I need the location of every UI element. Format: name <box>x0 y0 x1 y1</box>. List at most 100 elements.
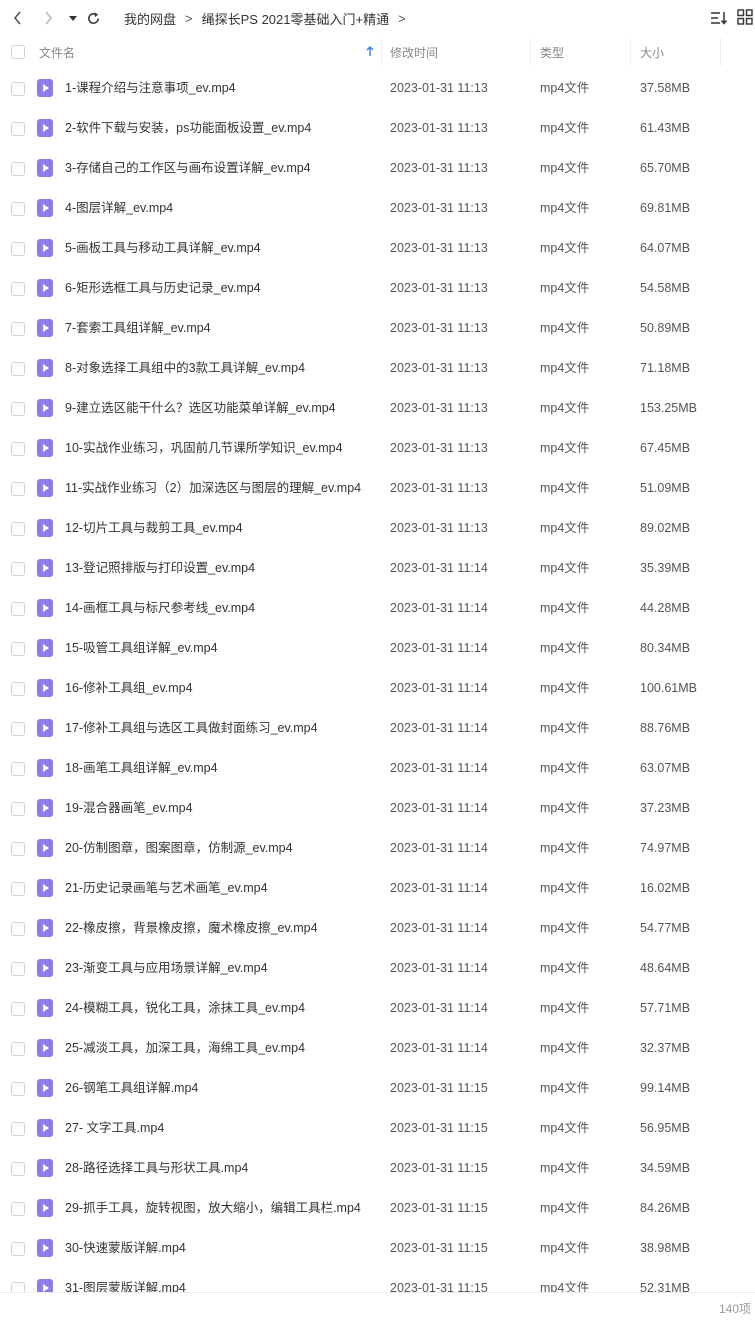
row-checkbox[interactable] <box>11 1122 25 1136</box>
file-name[interactable]: 8-对象选择工具组中的3款工具详解_ev.mp4 <box>65 348 305 388</box>
file-name[interactable]: 2-软件下载与安装，ps功能面板设置_ev.mp4 <box>65 108 311 148</box>
file-name[interactable]: 29-抓手工具，旋转视图，放大缩小，编辑工具栏.mp4 <box>65 1188 361 1228</box>
row-checkbox[interactable] <box>11 602 25 616</box>
file-row[interactable]: 2-软件下载与安装，ps功能面板设置_ev.mp4 2023-01-31 11:1… <box>0 108 755 148</box>
row-checkbox[interactable] <box>11 122 25 136</box>
row-checkbox[interactable] <box>11 562 25 576</box>
file-name[interactable]: 11-实战作业练习（2）加深选区与图层的理解_ev.mp4 <box>65 468 361 508</box>
breadcrumb-root[interactable]: 我的网盘 <box>124 9 176 28</box>
row-checkbox[interactable] <box>11 962 25 976</box>
row-checkbox[interactable] <box>11 1162 25 1176</box>
file-name[interactable]: 1-课程介绍与注意事项_ev.mp4 <box>65 68 236 108</box>
row-checkbox[interactable] <box>11 482 25 496</box>
file-row[interactable]: 10-实战作业练习，巩固前几节课所学知识_ev.mp4 2023-01-31 11… <box>0 428 755 468</box>
file-name[interactable]: 20-仿制图章，图案图章，仿制源_ev.mp4 <box>65 828 293 868</box>
row-checkbox[interactable] <box>11 1242 25 1256</box>
row-checkbox[interactable] <box>11 442 25 456</box>
refresh-button[interactable] <box>83 8 103 28</box>
header-name[interactable]: 文件名 <box>39 36 379 68</box>
file-name[interactable]: 21-历史记录画笔与艺术画笔_ev.mp4 <box>65 868 268 908</box>
breadcrumb-trailing-separator[interactable]: > <box>398 11 406 26</box>
file-name[interactable]: 27- 文字工具.mp4 <box>65 1108 164 1148</box>
file-row[interactable]: 13-登记照排版与打印设置_ev.mp4 2023-01-31 11:14 mp4文… <box>0 548 755 588</box>
row-checkbox[interactable] <box>11 362 25 376</box>
file-name[interactable]: 18-画笔工具组详解_ev.mp4 <box>65 748 218 788</box>
row-checkbox[interactable] <box>11 402 25 416</box>
file-row[interactable]: 24-模糊工具，锐化工具，涂抹工具_ev.mp4 2023-01-31 11:14… <box>0 988 755 1028</box>
file-name[interactable]: 12-切片工具与裁剪工具_ev.mp4 <box>65 508 243 548</box>
file-name[interactable]: 7-套索工具组详解_ev.mp4 <box>65 308 211 348</box>
row-checkbox[interactable] <box>11 322 25 336</box>
history-dropdown-button[interactable] <box>63 8 83 28</box>
file-row[interactable]: 12-切片工具与裁剪工具_ev.mp4 2023-01-31 11:13 mp4文件… <box>0 508 755 548</box>
forward-button[interactable] <box>38 8 58 28</box>
file-row[interactable]: 11-实战作业练习（2）加深选区与图层的理解_ev.mp4 2023-01-31 … <box>0 468 755 508</box>
row-checkbox[interactable] <box>11 282 25 296</box>
file-name[interactable]: 14-画框工具与标尺参考线_ev.mp4 <box>65 588 255 628</box>
file-name[interactable]: 15-吸管工具组详解_ev.mp4 <box>65 628 218 668</box>
breadcrumb-current[interactable]: 绳探长PS 2021零基础入门+精通 <box>202 9 389 28</box>
file-name[interactable]: 26-钢笔工具组详解.mp4 <box>65 1068 198 1108</box>
file-name[interactable]: 25-减淡工具，加深工具，海绵工具_ev.mp4 <box>65 1028 305 1068</box>
row-checkbox[interactable] <box>11 522 25 536</box>
file-name[interactable]: 9-建立选区能干什么？选区功能菜单详解_ev.mp4 <box>65 388 336 428</box>
file-name[interactable]: 13-登记照排版与打印设置_ev.mp4 <box>65 548 255 588</box>
file-row[interactable]: 29-抓手工具，旋转视图，放大缩小，编辑工具栏.mp4 2023-01-31 11… <box>0 1188 755 1228</box>
header-type[interactable]: 类型 <box>540 36 564 68</box>
grid-view-button[interactable] <box>737 9 755 27</box>
file-name[interactable]: 4-图层详解_ev.mp4 <box>65 188 173 228</box>
file-row[interactable]: 17-修补工具组与选区工具做封面练习_ev.mp4 2023-01-31 11:1… <box>0 708 755 748</box>
file-name[interactable]: 6-矩形选框工具与历史记录_ev.mp4 <box>65 268 261 308</box>
row-checkbox[interactable] <box>11 1082 25 1096</box>
row-checkbox[interactable] <box>11 1042 25 1056</box>
file-row[interactable]: 14-画框工具与标尺参考线_ev.mp4 2023-01-31 11:14 mp4文… <box>0 588 755 628</box>
file-row[interactable]: 6-矩形选框工具与历史记录_ev.mp4 2023-01-31 11:13 mp4文… <box>0 268 755 308</box>
row-checkbox[interactable] <box>11 1202 25 1216</box>
file-row[interactable]: 18-画笔工具组详解_ev.mp4 2023-01-31 11:14 mp4文件 63… <box>0 748 755 788</box>
file-row[interactable]: 31-图层蒙版详解.mp4 2023-01-31 11:15 mp4文件 52.31M… <box>0 1268 755 1292</box>
file-name[interactable]: 3-存储自己的工作区与画布设置详解_ev.mp4 <box>65 148 311 188</box>
file-row[interactable]: 21-历史记录画笔与艺术画笔_ev.mp4 2023-01-31 11:14 mp4… <box>0 868 755 908</box>
file-row[interactable]: 9-建立选区能干什么？选区功能菜单详解_ev.mp4 2023-01-31 11:… <box>0 388 755 428</box>
header-modified[interactable]: 修改时间 <box>390 36 438 68</box>
file-row[interactable]: 22-橡皮擦，背景橡皮擦，魔术橡皮擦_ev.mp4 2023-01-31 11:1… <box>0 908 755 948</box>
file-name[interactable]: 17-修补工具组与选区工具做封面练习_ev.mp4 <box>65 708 318 748</box>
file-row[interactable]: 8-对象选择工具组中的3款工具详解_ev.mp4 2023-01-31 11:13… <box>0 348 755 388</box>
row-checkbox[interactable] <box>11 1282 25 1292</box>
row-checkbox[interactable] <box>11 922 25 936</box>
header-size[interactable]: 大小 <box>640 36 664 68</box>
file-row[interactable]: 30-快速蒙版详解.mp4 2023-01-31 11:15 mp4文件 38.98M… <box>0 1228 755 1268</box>
row-checkbox[interactable] <box>11 682 25 696</box>
file-row[interactable]: 5-画板工具与移动工具详解_ev.mp4 2023-01-31 11:13 mp4文… <box>0 228 755 268</box>
row-checkbox[interactable] <box>11 882 25 896</box>
row-checkbox[interactable] <box>11 642 25 656</box>
row-checkbox[interactable] <box>11 722 25 736</box>
row-checkbox[interactable] <box>11 162 25 176</box>
file-name[interactable]: 23-渐变工具与应用场景详解_ev.mp4 <box>65 948 268 988</box>
file-row[interactable]: 28-路径选择工具与形状工具.mp4 2023-01-31 11:15 mp4文件 3… <box>0 1148 755 1188</box>
file-name[interactable]: 19-混合器画笔_ev.mp4 <box>65 788 193 828</box>
file-row[interactable]: 23-渐变工具与应用场景详解_ev.mp4 2023-01-31 11:14 mp4… <box>0 948 755 988</box>
file-name[interactable]: 31-图层蒙版详解.mp4 <box>65 1268 186 1292</box>
file-row[interactable]: 19-混合器画笔_ev.mp4 2023-01-31 11:14 mp4文件 37.2… <box>0 788 755 828</box>
file-row[interactable]: 26-钢笔工具组详解.mp4 2023-01-31 11:15 mp4文件 99.14… <box>0 1068 755 1108</box>
row-checkbox[interactable] <box>11 82 25 96</box>
column-divider[interactable] <box>530 38 531 66</box>
file-row[interactable]: 25-减淡工具，加深工具，海绵工具_ev.mp4 2023-01-31 11:14… <box>0 1028 755 1068</box>
file-name[interactable]: 16-修补工具组_ev.mp4 <box>65 668 193 708</box>
file-row[interactable]: 7-套索工具组详解_ev.mp4 2023-01-31 11:13 mp4文件 50.… <box>0 308 755 348</box>
file-row[interactable]: 27- 文字工具.mp4 2023-01-31 11:15 mp4文件 56.95MB <box>0 1108 755 1148</box>
file-name[interactable]: 30-快速蒙版详解.mp4 <box>65 1228 186 1268</box>
column-divider[interactable] <box>630 38 631 66</box>
file-name[interactable]: 10-实战作业练习，巩固前几节课所学知识_ev.mp4 <box>65 428 343 468</box>
file-row[interactable]: 15-吸管工具组详解_ev.mp4 2023-01-31 11:14 mp4文件 80… <box>0 628 755 668</box>
select-all-checkbox[interactable] <box>11 45 25 59</box>
row-checkbox[interactable] <box>11 242 25 256</box>
column-divider[interactable] <box>720 38 721 66</box>
file-name[interactable]: 24-模糊工具，锐化工具，涂抹工具_ev.mp4 <box>65 988 305 1028</box>
file-row[interactable]: 16-修补工具组_ev.mp4 2023-01-31 11:14 mp4文件 100.… <box>0 668 755 708</box>
file-name[interactable]: 22-橡皮擦，背景橡皮擦，魔术橡皮擦_ev.mp4 <box>65 908 318 948</box>
file-row[interactable]: 3-存储自己的工作区与画布设置详解_ev.mp4 2023-01-31 11:13… <box>0 148 755 188</box>
file-row[interactable]: 20-仿制图章，图案图章，仿制源_ev.mp4 2023-01-31 11:14 m… <box>0 828 755 868</box>
file-row[interactable]: 1-课程介绍与注意事项_ev.mp4 2023-01-31 11:13 mp4文件 3… <box>0 68 755 108</box>
